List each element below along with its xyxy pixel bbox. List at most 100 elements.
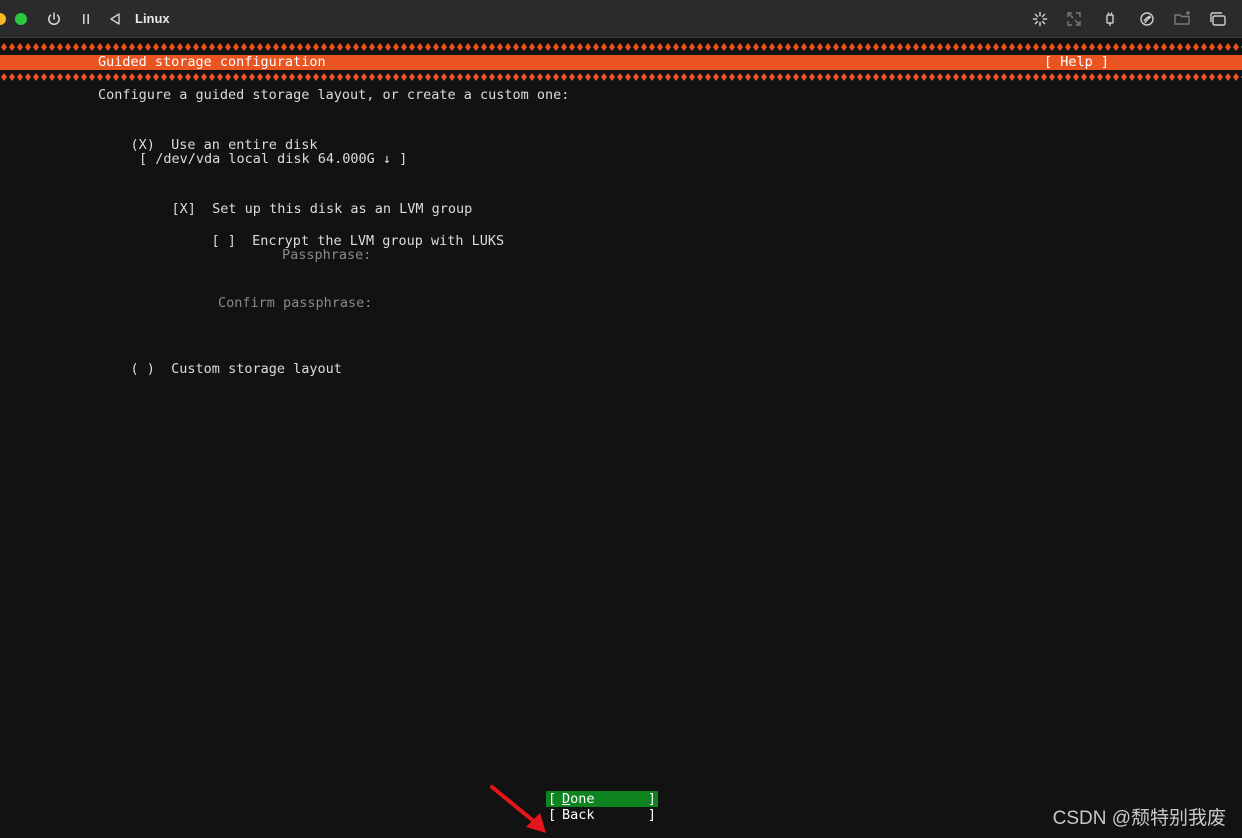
border-diamond	[1105, 73, 1111, 81]
border-diamond	[529, 73, 535, 81]
page-title: Guided storage configuration	[98, 54, 326, 70]
border-diamond	[665, 73, 671, 81]
zoom-window-button[interactable]	[15, 13, 27, 25]
border-diamond	[393, 73, 399, 81]
border-diamond	[793, 43, 799, 51]
border-diamond	[673, 43, 679, 51]
loading-icon[interactable]	[1031, 10, 1049, 28]
border-diamond	[1049, 43, 1055, 51]
border-diamond	[97, 43, 103, 51]
border-diamond	[313, 73, 319, 81]
border-diamond	[625, 43, 631, 51]
border-diamond	[1129, 73, 1135, 81]
border-diamond	[305, 43, 311, 51]
border-diamond	[817, 73, 823, 81]
border-diamond	[665, 43, 671, 51]
border-diamond	[1161, 43, 1167, 51]
border-diamond	[1137, 73, 1143, 81]
border-diamond	[1209, 73, 1215, 81]
border-diamond	[473, 43, 479, 51]
power-icon[interactable]	[45, 10, 63, 28]
border-diamond	[1185, 73, 1191, 81]
border-diamond	[1017, 73, 1023, 81]
fullscreen-icon[interactable]	[1065, 10, 1083, 28]
back-button[interactable]: [ Back ]	[546, 807, 658, 823]
border-diamond	[25, 43, 31, 51]
border-diamond	[1105, 43, 1111, 51]
minimize-window-button[interactable]	[0, 13, 6, 25]
border-diamond	[1065, 43, 1071, 51]
border-diamond	[1081, 73, 1087, 81]
border-diamond	[593, 73, 599, 81]
border-diamond	[41, 73, 47, 81]
border-diamond	[553, 73, 559, 81]
border-diamond	[1185, 43, 1191, 51]
window-title: Linux	[135, 11, 170, 26]
border-diamond	[185, 73, 191, 81]
border-diamond	[609, 73, 615, 81]
border-diamond	[1121, 43, 1127, 51]
border-diamond	[729, 73, 735, 81]
border-diamond	[153, 73, 159, 81]
border-diamond	[465, 43, 471, 51]
border-diamond	[209, 73, 215, 81]
border-diamond	[577, 43, 583, 51]
border-diamond	[961, 43, 967, 51]
pause-icon[interactable]	[77, 10, 95, 28]
border-diamond	[801, 73, 807, 81]
help-button[interactable]: [ Help ]	[1044, 54, 1109, 71]
border-diamond	[913, 73, 919, 81]
border-diamond	[889, 43, 895, 51]
border-diamond	[857, 43, 863, 51]
back-icon[interactable]	[106, 10, 124, 28]
border-diamond	[585, 73, 591, 81]
border-diamond	[825, 73, 831, 81]
border-diamond	[1073, 73, 1079, 81]
custom-storage-layout-radio[interactable]: ( ) Custom storage layout	[98, 342, 342, 396]
border-diamond	[673, 73, 679, 81]
border-diamond	[497, 73, 503, 81]
border-diamond	[681, 43, 687, 51]
border-diamond	[121, 43, 127, 51]
intro-text: Configure a guided storage layout, or cr…	[98, 87, 570, 103]
border-diamond	[81, 73, 87, 81]
windows-icon[interactable]	[1209, 10, 1227, 28]
border-diamond	[953, 73, 959, 81]
network-icon[interactable]	[1138, 10, 1156, 28]
border-diamond	[1089, 73, 1095, 81]
done-button[interactable]: [ Done ]	[546, 791, 658, 807]
disk-select-dropdown[interactable]: [ /dev/vda local disk 64.000G ↓ ]	[139, 150, 407, 168]
usb-icon[interactable]	[1101, 10, 1119, 28]
border-diamond	[393, 43, 399, 51]
border-diamond	[873, 73, 879, 81]
border-diamond	[417, 73, 423, 81]
border-diamond	[921, 73, 927, 81]
border-diamond	[1217, 73, 1223, 81]
border-diamond	[353, 43, 359, 51]
border-diamond	[377, 43, 383, 51]
border-diamond	[841, 73, 847, 81]
border-diamond	[273, 43, 279, 51]
border-diamond	[881, 43, 887, 51]
window-titlebar: Linux	[0, 0, 1242, 38]
border-diamond	[897, 43, 903, 51]
border-diamond	[169, 73, 175, 81]
border-diamond	[1001, 43, 1007, 51]
border-diamond	[449, 43, 455, 51]
confirm-passphrase-label: Confirm passphrase:	[218, 295, 373, 311]
border-diamond	[1153, 43, 1159, 51]
border-diamond	[1153, 73, 1159, 81]
border-diamond	[921, 43, 927, 51]
border-diamond	[33, 43, 39, 51]
border-diamond	[705, 43, 711, 51]
border-diamond	[729, 43, 735, 51]
border-diamond	[145, 73, 151, 81]
border-diamond	[193, 73, 199, 81]
folder-icon[interactable]	[1173, 10, 1191, 28]
back-label: Back	[562, 807, 595, 823]
border-diamond	[1225, 43, 1231, 51]
border-diamond	[825, 43, 831, 51]
border-diamond	[73, 43, 79, 51]
installer-header: Guided storage configuration [ Help ]	[0, 54, 1242, 71]
border-diamond	[753, 73, 759, 81]
